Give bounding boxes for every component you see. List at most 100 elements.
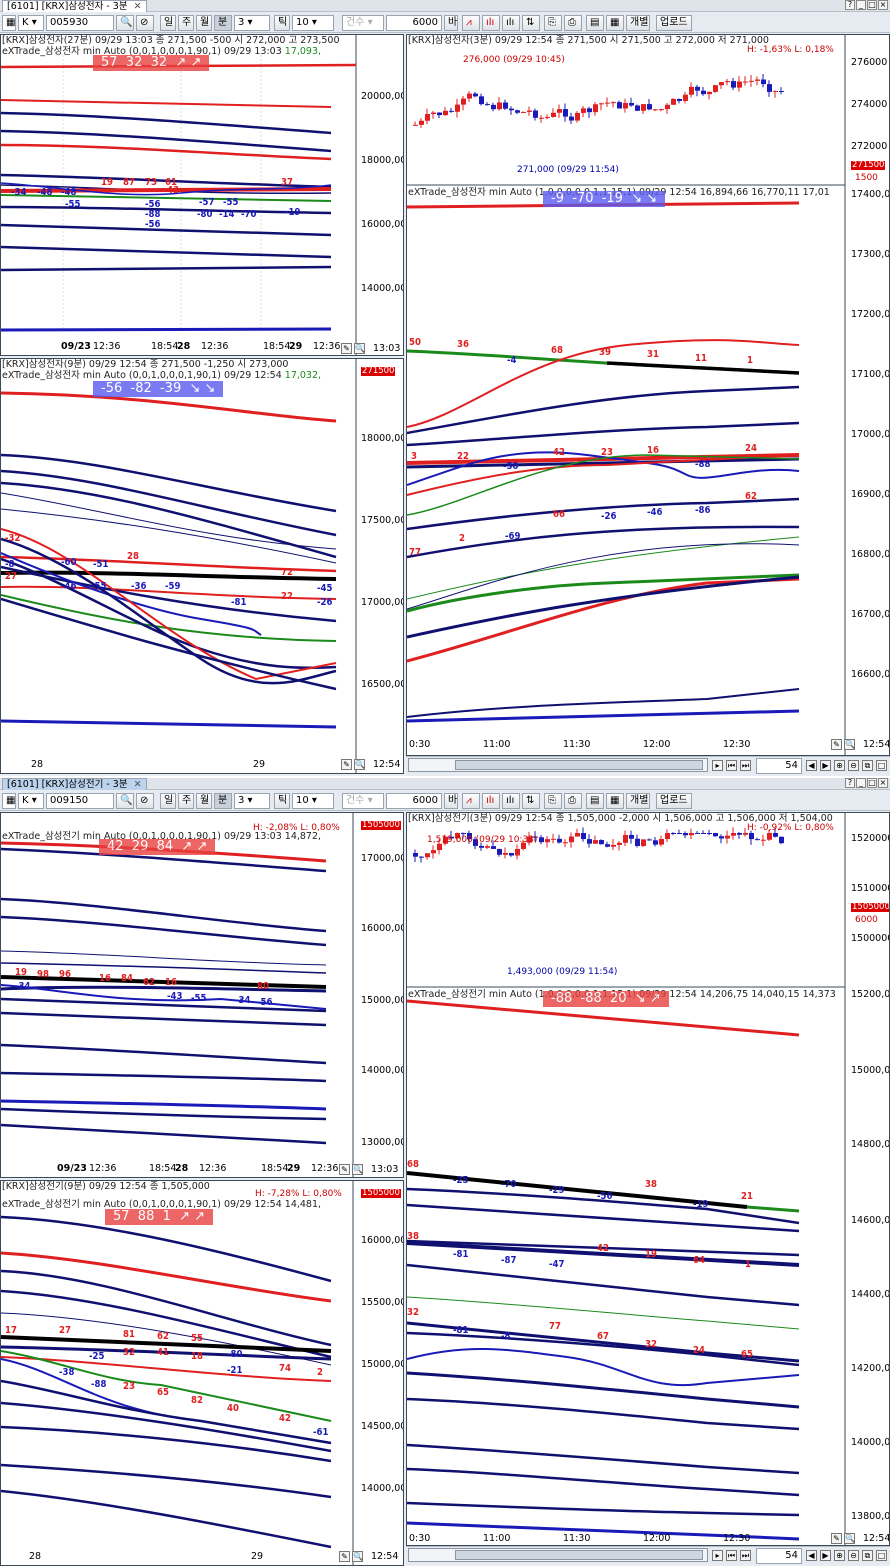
period-month-button[interactable]: 월	[196, 793, 212, 809]
tick-select[interactable]: 10 ▾	[292, 793, 334, 809]
search-clear-icon[interactable]: ⊘	[136, 793, 154, 809]
right-chart[interactable]: [KRX]삼성전자(3분) 09/29 12:54 종 271,500 시 27…	[406, 34, 890, 756]
help-button[interactable]: ?	[845, 0, 855, 10]
zoom-in-icon[interactable]: ⊕	[834, 1550, 845, 1561]
scroll-last-icon[interactable]: ⏭	[740, 1550, 751, 1561]
count-select[interactable]: 건수 ▾	[342, 15, 384, 31]
window-tab[interactable]: [6101] [KRX]삼성전기 - 3분 ✕	[2, 778, 147, 790]
scroll-first-icon[interactable]: ⏮	[726, 1550, 737, 1561]
scroll-right-icon[interactable]: ▸	[712, 760, 723, 771]
period-day-button[interactable]: 일	[160, 15, 176, 31]
minute-select[interactable]: 3 ▾	[234, 15, 270, 31]
tick-select[interactable]: 10 ▾	[292, 15, 334, 31]
upload-button[interactable]: 업로드	[656, 793, 692, 809]
minimize-button[interactable]: _	[856, 778, 866, 788]
chart-compare-icon[interactable]: ⇅	[522, 15, 540, 31]
settings-icon[interactable]: ✎	[831, 1533, 842, 1544]
maximize-button[interactable]: □	[867, 778, 877, 788]
zoom-icon[interactable]: 🔍	[352, 1164, 363, 1175]
zoom-out-icon[interactable]: ⊖	[848, 760, 859, 771]
chart-line-icon[interactable]: ⩘	[462, 15, 480, 31]
next-icon[interactable]: ▶	[820, 760, 831, 771]
period-minute-button[interactable]: 분	[214, 15, 232, 31]
minimize-button[interactable]: _	[856, 0, 866, 10]
individual-button[interactable]: 개별	[626, 15, 650, 31]
maximize-button[interactable]: □	[867, 0, 877, 10]
zoom-icon[interactable]: 🔍	[354, 759, 365, 770]
menu-icon[interactable]: ▦	[2, 793, 16, 809]
grid-icon[interactable]: ▦	[606, 793, 624, 809]
chart-bar-icon[interactable]: ılı	[502, 793, 520, 809]
time-scrollbar[interactable]	[408, 758, 708, 772]
upload-button[interactable]: 업로드	[656, 15, 692, 31]
layout-icon[interactable]: ▤	[586, 793, 604, 809]
zoom-icon[interactable]: 🔍	[844, 1533, 855, 1544]
settings-icon[interactable]: ✎	[831, 739, 842, 750]
left-lower-chart[interactable]: [KRX]삼성전기(9분) 09/29 12:54 종 1,505,000 H:…	[0, 1180, 404, 1566]
zoom-in-icon[interactable]: ⊕	[834, 760, 845, 771]
scroll-first-icon[interactable]: ⏮	[726, 760, 737, 771]
chart-candle-icon[interactable]: ılı	[482, 793, 500, 809]
play-icon[interactable]: ◀	[806, 1550, 817, 1561]
period-week-button[interactable]: 주	[178, 15, 194, 31]
settings-icon[interactable]: ✎	[341, 759, 352, 770]
print-icon[interactable]: ⎙	[564, 15, 582, 31]
tick-button[interactable]: 틱	[274, 793, 290, 809]
market-select[interactable]: K ▾	[18, 793, 44, 809]
grid-icon[interactable]: ▦	[606, 15, 624, 31]
close-window-button[interactable]: ×	[878, 0, 888, 10]
zoom-out-icon[interactable]: ⊖	[848, 1550, 859, 1561]
settings-icon[interactable]: ✎	[339, 1164, 350, 1175]
search-icon[interactable]: 🔍	[116, 15, 134, 31]
print-icon[interactable]: ⎙	[564, 793, 582, 809]
search-clear-icon[interactable]: ⊘	[136, 15, 154, 31]
copy-icon[interactable]: ⎘	[544, 793, 562, 809]
count-input[interactable]: 6000	[386, 15, 442, 31]
maximize-icon[interactable]: □	[876, 1550, 887, 1561]
window-tab[interactable]: [6101] [KRX]삼성전자 - 3분 ✕	[2, 0, 147, 12]
left-upper-chart[interactable]: H: -2,08% L: 0,80% 1505000 eXTrade_삼성전기 …	[0, 812, 404, 1178]
help-button[interactable]: ?	[845, 778, 855, 788]
left-upper-chart[interactable]: [KRX]삼성전자(27분) 09/29 13:03 종 271,500 -50…	[0, 34, 404, 356]
bar-count-input[interactable]: 54	[756, 1548, 802, 1564]
next-icon[interactable]: ▶	[820, 1550, 831, 1561]
chart-compare-icon[interactable]: ⇅	[522, 793, 540, 809]
zoom-icon[interactable]: 🔍	[844, 739, 855, 750]
scroll-right-icon[interactable]: ▸	[712, 1550, 723, 1561]
right-chart[interactable]: [KRX]삼성전기(3분) 09/29 12:54 종 1,505,000 -2…	[406, 812, 890, 1546]
copy-icon[interactable]: ⎘	[544, 15, 562, 31]
bar-count-input[interactable]: 54	[756, 758, 802, 774]
search-icon[interactable]: 🔍	[116, 793, 134, 809]
bar-button[interactable]: 바	[444, 15, 458, 31]
scroll-last-icon[interactable]: ⏭	[740, 760, 751, 771]
maximize-icon[interactable]: □	[876, 760, 887, 771]
restore-icon[interactable]: ⧉	[862, 760, 873, 771]
settings-icon[interactable]: ✎	[341, 343, 352, 354]
settings-icon[interactable]: ✎	[339, 1551, 350, 1562]
bar-button[interactable]: 바	[444, 793, 458, 809]
scroll-thumb[interactable]	[455, 760, 703, 770]
tick-button[interactable]: 틱	[274, 15, 290, 31]
play-icon[interactable]: ◀	[806, 760, 817, 771]
restore-icon[interactable]: ⧉	[862, 1550, 873, 1561]
scroll-thumb[interactable]	[455, 1550, 703, 1560]
count-select[interactable]: 건수 ▾	[342, 793, 384, 809]
close-icon[interactable]: ✕	[134, 1, 142, 12]
minute-select[interactable]: 3 ▾	[234, 793, 270, 809]
layout-icon[interactable]: ▤	[586, 15, 604, 31]
chart-bar-icon[interactable]: ılı	[502, 15, 520, 31]
close-icon[interactable]: ✕	[134, 779, 142, 790]
code-input[interactable]: 009150	[46, 793, 114, 809]
chart-candle-icon[interactable]: ılı	[482, 15, 500, 31]
period-week-button[interactable]: 주	[178, 793, 194, 809]
code-input[interactable]: 005930	[46, 15, 114, 31]
count-input[interactable]: 6000	[386, 793, 442, 809]
close-window-button[interactable]: ×	[878, 778, 888, 788]
zoom-icon[interactable]: 🔍	[352, 1551, 363, 1562]
left-lower-chart[interactable]: [KRX]삼성전자(9분) 09/29 12:54 종 271,500 -1,2…	[0, 358, 404, 774]
individual-button[interactable]: 개별	[626, 793, 650, 809]
menu-icon[interactable]: ▦	[2, 15, 16, 31]
period-day-button[interactable]: 일	[160, 793, 176, 809]
zoom-icon[interactable]: 🔍	[354, 343, 365, 354]
time-scrollbar[interactable]	[408, 1548, 708, 1562]
